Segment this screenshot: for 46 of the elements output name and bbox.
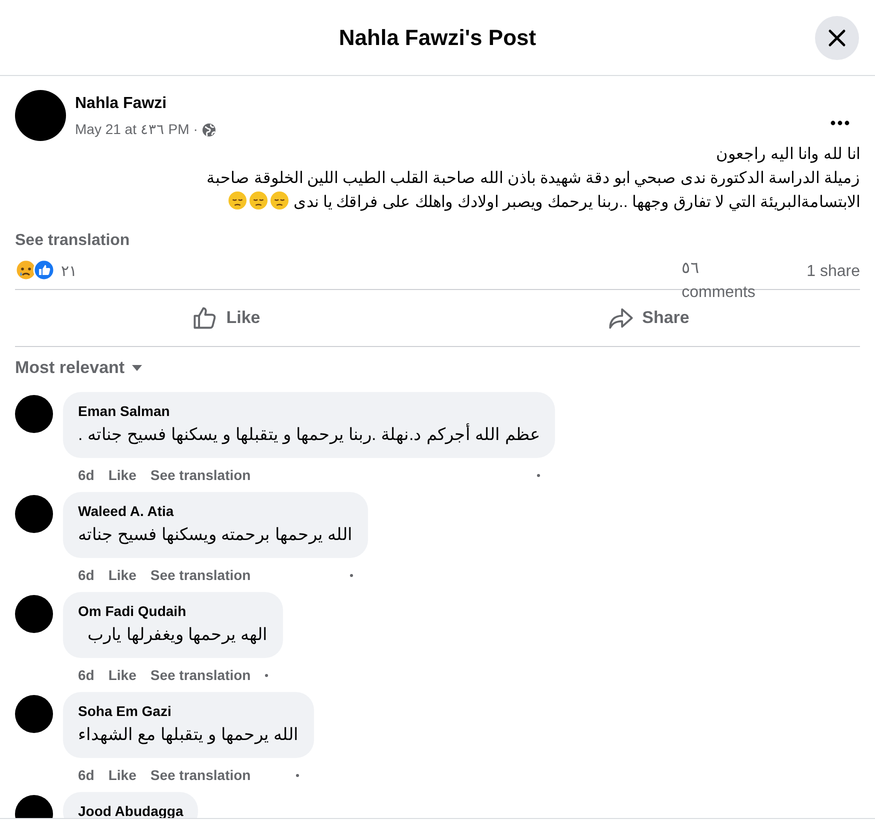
- comment-text: الهه يرحمها ويغفرلها يارب: [86, 624, 268, 646]
- comment-text: الله يرحمها برحمته ويسكنها فسيح جناته: [78, 524, 353, 546]
- reaction-count[interactable]: ٢١: [61, 261, 77, 284]
- see-translation-link[interactable]: See translation: [15, 229, 130, 253]
- pensive-face-icon: [270, 191, 290, 210]
- crying-face-icon: [15, 259, 37, 281]
- comment-time: 6d: [78, 566, 94, 585]
- comment-time: 6d: [78, 766, 94, 785]
- like-link[interactable]: Like: [108, 765, 136, 786]
- avatar[interactable]: [15, 90, 66, 141]
- comment-text: الله يرحمها و يتقبلها مع الشهداء: [78, 724, 299, 746]
- thumbs-up-icon: [33, 259, 55, 281]
- commenter-name[interactable]: Om Fadi Qudaih: [78, 602, 268, 620]
- commenter-name[interactable]: Soha Em Gazi: [78, 702, 299, 720]
- separator: ·: [193, 120, 198, 139]
- author-name[interactable]: Nahla Fawzi: [75, 94, 830, 114]
- like-link[interactable]: Like: [108, 565, 136, 586]
- comment-time: 6d: [78, 666, 94, 685]
- see-translation-link[interactable]: See translation: [150, 565, 251, 586]
- pensive-face-icon: [249, 191, 268, 210]
- shares-count[interactable]: 1 share: [806, 260, 860, 284]
- see-translation-link[interactable]: See translation: [150, 465, 251, 486]
- like-link[interactable]: Like: [108, 665, 136, 686]
- close-button[interactable]: [815, 16, 859, 60]
- thumbs-up-icon: [192, 305, 218, 331]
- comments-filter[interactable]: Most relevant: [15, 355, 125, 380]
- post-text: انا لله وانا اليه راجعون زميلة الدراسة الدكتورة ندى صبحي ابو دقة شهيدة باذن الله صاحبة القلب الطيب اللين الخلوقة صاحبة الابتسامةالبريئة التي لا تفارق وجهها ..ربنا يرحمك ويصبر اولادك واهلك على فراقك يا ندى: [205, 145, 860, 213]
- more-options-icon[interactable]: [830, 120, 850, 126]
- commenter-avatar[interactable]: [15, 394, 53, 432]
- globe-icon: [202, 122, 216, 136]
- dialog-title: Nahla Fawzi's Post: [338, 24, 536, 52]
- like-button[interactable]: Like: [184, 301, 268, 335]
- commenter-avatar[interactable]: [15, 694, 53, 732]
- close-icon: [828, 29, 846, 47]
- see-translation-link[interactable]: See translation: [150, 665, 251, 686]
- caret-icon[interactable]: [130, 364, 143, 372]
- commenter-name[interactable]: Eman Salman: [78, 402, 540, 420]
- comment-time: 6d: [78, 466, 94, 485]
- pensive-face-icon: [228, 191, 248, 210]
- commenter-name[interactable]: Waleed A. Atia: [78, 502, 353, 520]
- post-time[interactable]: May 21 at ٤٣٦ PM: [75, 119, 190, 140]
- like-link[interactable]: Like: [108, 465, 136, 486]
- commenter-avatar[interactable]: [15, 494, 53, 532]
- see-translation-link[interactable]: See translation: [150, 765, 251, 786]
- commenter-avatar[interactable]: [15, 594, 53, 632]
- comment-text: عظم الله أجركم د.نهلة .ربنا يرحمها و يتقبلها و يسكنها فسيح جناته .: [78, 422, 540, 446]
